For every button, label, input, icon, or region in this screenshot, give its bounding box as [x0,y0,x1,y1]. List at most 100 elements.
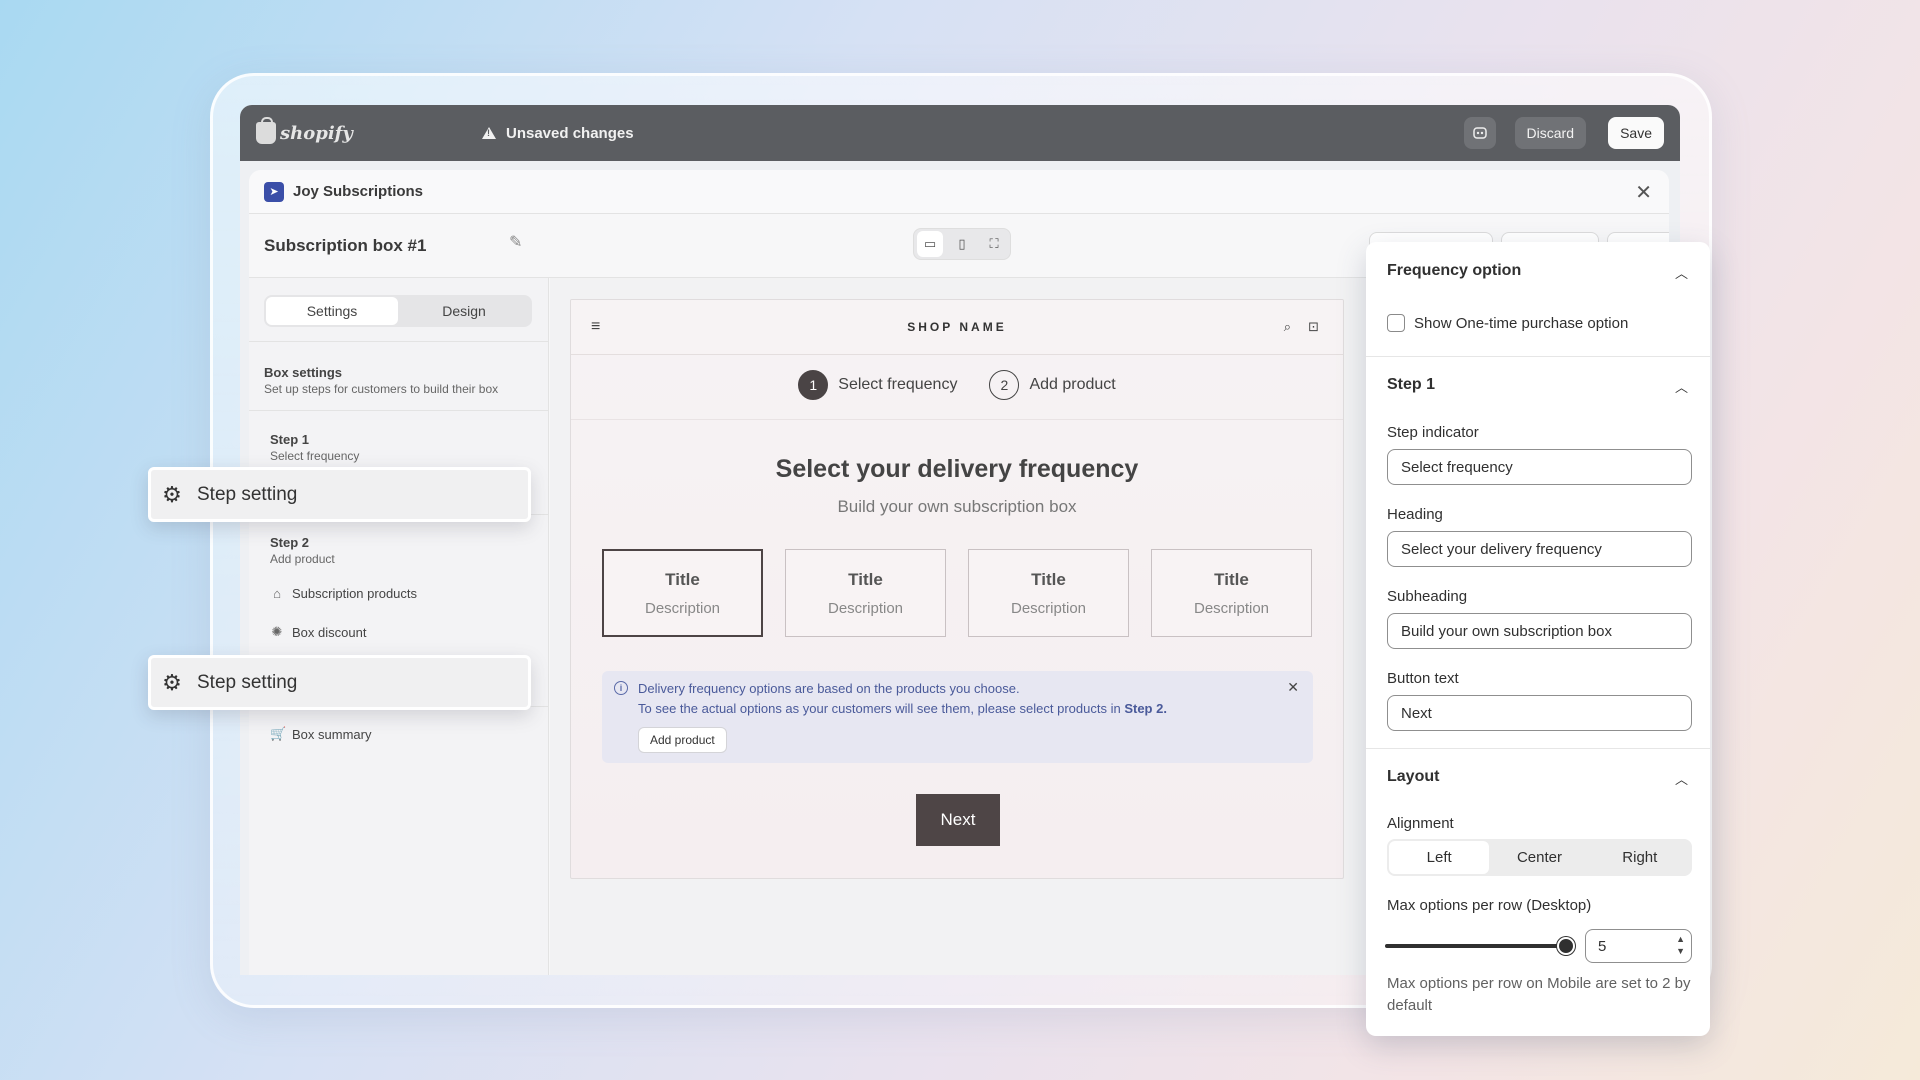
sidebar-item-label: Box summary [292,726,372,742]
sidebar-step-2[interactable]: Step 2 Add product [270,535,335,566]
option-description: Description [827,599,904,617]
mobile-view-icon[interactable]: ▯ [949,231,975,257]
one-time-checkbox[interactable] [1387,314,1405,332]
one-time-label: Show One-time purchase option [1414,314,1629,332]
preview-heading: Select your delivery frequency [775,455,1139,483]
step-indicator-input[interactable]: Select frequency [1387,449,1692,485]
store-nav: ≡ SHOP NAME ⌕ ⊡ [571,300,1343,355]
frequency-option[interactable]: Title Description [785,549,946,637]
preview-subheading: Build your own subscription box [837,497,1077,516]
sidebar-item-label: Box discount [292,624,367,640]
sidebar-item-subscription-products[interactable]: ⌂ Subscription products [270,586,417,601]
search-icon[interactable]: ⌕ [1284,319,1291,335]
step-1-title: Step 1 [270,432,310,447]
discard-button[interactable]: Discard [1514,117,1586,149]
sidebar-item-box-summary[interactable]: 🛒 Box summary [270,726,371,742]
alignment-segmented-control: Left Center Right [1387,839,1692,876]
heading-input[interactable]: Select your delivery frequency [1387,531,1692,567]
desktop-view-icon[interactable]: ▭ [917,231,943,257]
settings-sidebar: Settings Design Box settings Set up step… [249,278,549,975]
sidebar-item-box-discount[interactable]: ✺ Box discount [270,624,367,640]
alignment-center[interactable]: Center [1489,841,1589,874]
info-icon: i [614,681,628,695]
divider [249,341,549,342]
alignment-right[interactable]: Right [1590,841,1690,874]
step-1-subtitle: Select frequency [270,449,360,463]
sidebar-step-1[interactable]: Step 1 Select frequency [270,432,359,463]
step-indicator: 1 Select frequency 2 Add product [571,370,1343,400]
sidebar-item-label: Subscription products [292,586,418,601]
step-indicator-1[interactable]: 1 Select frequency [798,370,957,400]
save-button[interactable]: Save [1608,117,1664,149]
preview-next-button[interactable]: Next [916,794,1000,846]
add-product-button[interactable]: Add product [638,727,727,753]
bot-icon [1473,127,1487,139]
shopify-logo-text: shopify [280,122,353,144]
gear-icon: ⚙ [162,669,182,695]
option-title: Title [1031,569,1066,589]
fullscreen-icon[interactable]: ⛶ [981,231,1007,257]
unsaved-changes-indicator: Unsaved changes [482,125,634,142]
step-1-heading: Step 1 [1387,376,1436,393]
app-icon-button[interactable] [1464,117,1496,149]
menu-icon[interactable]: ≡ [591,318,600,336]
notice-line-2: To see the actual options as your custom… [638,701,1167,716]
edit-pencil-icon[interactable]: ✎ [509,232,522,252]
frequency-option-heading: Frequency option [1387,262,1522,279]
joy-logo-icon: ➤ [264,181,284,202]
divider [249,410,549,411]
step-setting-label: Step setting [197,671,298,693]
max-options-number-input[interactable]: 5 ▲ ▼ [1585,929,1692,963]
discount-icon: ✺ [271,624,283,639]
divider [1366,748,1710,749]
max-options-slider-thumb[interactable] [1557,937,1575,955]
layout-heading: Layout [1387,768,1440,785]
chevron-up-icon[interactable]: ︿ [1675,263,1688,282]
shopify-logo: shopify [256,117,353,144]
storefront-preview: ≡ SHOP NAME ⌕ ⊡ 1 Select frequency 2 Add… [570,299,1344,879]
option-description: Description [1193,599,1270,617]
tag-icon: ⌂ [273,586,281,601]
dismiss-icon[interactable]: ✕ [1287,679,1299,696]
frequency-option[interactable]: Title Description [968,549,1129,637]
app-name: Joy Subscriptions [293,183,424,200]
bag-icon[interactable]: ⊡ [1308,319,1319,335]
max-options-slider-track[interactable] [1385,944,1565,948]
notice-step-link: Step 2. [1124,701,1167,716]
step-setting-callout-1: ⚙ Step setting [148,467,531,522]
step-indicator-2[interactable]: 2 Add product [989,370,1116,400]
tab-settings[interactable]: Settings [266,297,398,325]
step-number: 1 [798,370,829,400]
step-setting-callout-2: ⚙ Step setting [148,655,531,710]
close-icon[interactable]: ✕ [1635,180,1652,205]
frequency-option[interactable]: Title Description [1151,549,1312,637]
button-text-label: Button text [1387,670,1459,687]
frequency-option[interactable]: Title Description [602,549,763,637]
alignment-left[interactable]: Left [1389,841,1490,874]
chevron-up-icon[interactable]: ︿ [1675,769,1688,788]
gear-icon: ⚙ [162,481,182,507]
warning-icon [482,127,496,139]
sidebar-tabs: Settings Design [264,295,532,327]
box-title: Subscription box #1 [264,236,427,255]
stepper-icon[interactable]: ▲ ▼ [1676,933,1685,957]
box-settings-subtitle: Set up steps for customers to build thei… [264,382,499,396]
info-banner: i Delivery frequency options are based o… [602,671,1313,763]
heading-label: Heading [1387,506,1443,523]
shop-name: SHOP NAME [907,320,1007,334]
option-description: Description [644,599,721,617]
one-time-option-row[interactable]: Show One-time purchase option [1387,314,1628,332]
box-settings-header: Box settings Set up steps for customers … [264,365,498,396]
option-title: Title [665,569,700,589]
button-text-input[interactable]: Next [1387,695,1692,731]
notice-line-2-text: To see the actual options as your custom… [638,701,1121,716]
alignment-label: Alignment [1387,815,1454,832]
app-header: ➤ Joy Subscriptions ✕ [249,170,1669,214]
step-indicator-label: Step indicator [1387,424,1479,441]
step-2-title: Step 2 [270,535,310,550]
option-title: Title [1214,569,1249,589]
tab-design[interactable]: Design [398,297,530,325]
subheading-input[interactable]: Build your own subscription box [1387,613,1692,649]
chevron-up-icon[interactable]: ︿ [1675,377,1688,396]
step-settings-panel: Frequency option ︿ Show One-time purchas… [1366,242,1710,1036]
